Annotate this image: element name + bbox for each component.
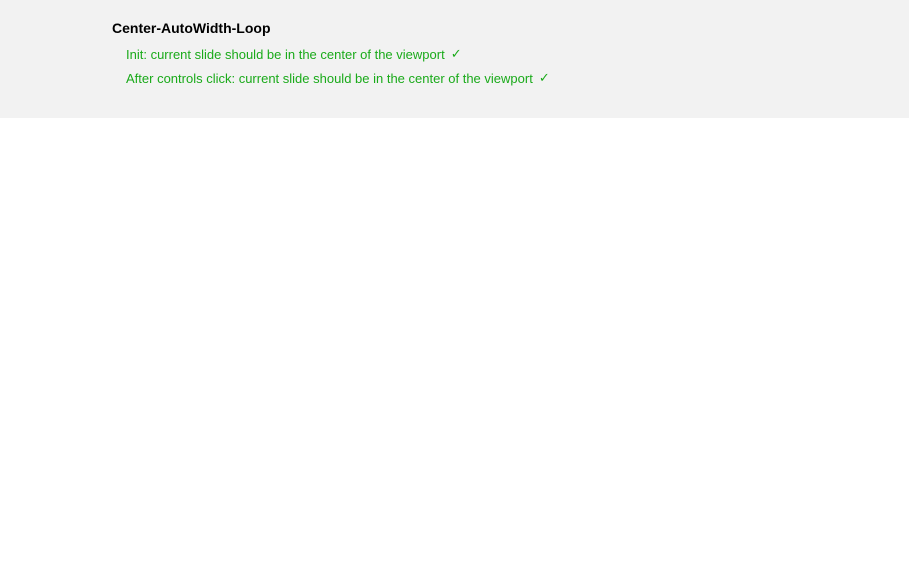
checkmark-icon: ✓ [539, 70, 550, 86]
test-row: After controls click: current slide shou… [112, 70, 909, 86]
checkmark-icon: ✓ [451, 46, 462, 62]
suite-title: Center-AutoWidth-Loop [112, 20, 909, 36]
test-suite: Center-AutoWidth-Loop Init: current slid… [0, 20, 909, 86]
test-label: After controls click: current slide shou… [126, 71, 533, 86]
test-results-panel: Center-AutoWidth-Loop Init: current slid… [0, 0, 909, 118]
test-label: Init: current slide should be in the cen… [126, 47, 445, 62]
test-row: Init: current slide should be in the cen… [112, 46, 909, 62]
